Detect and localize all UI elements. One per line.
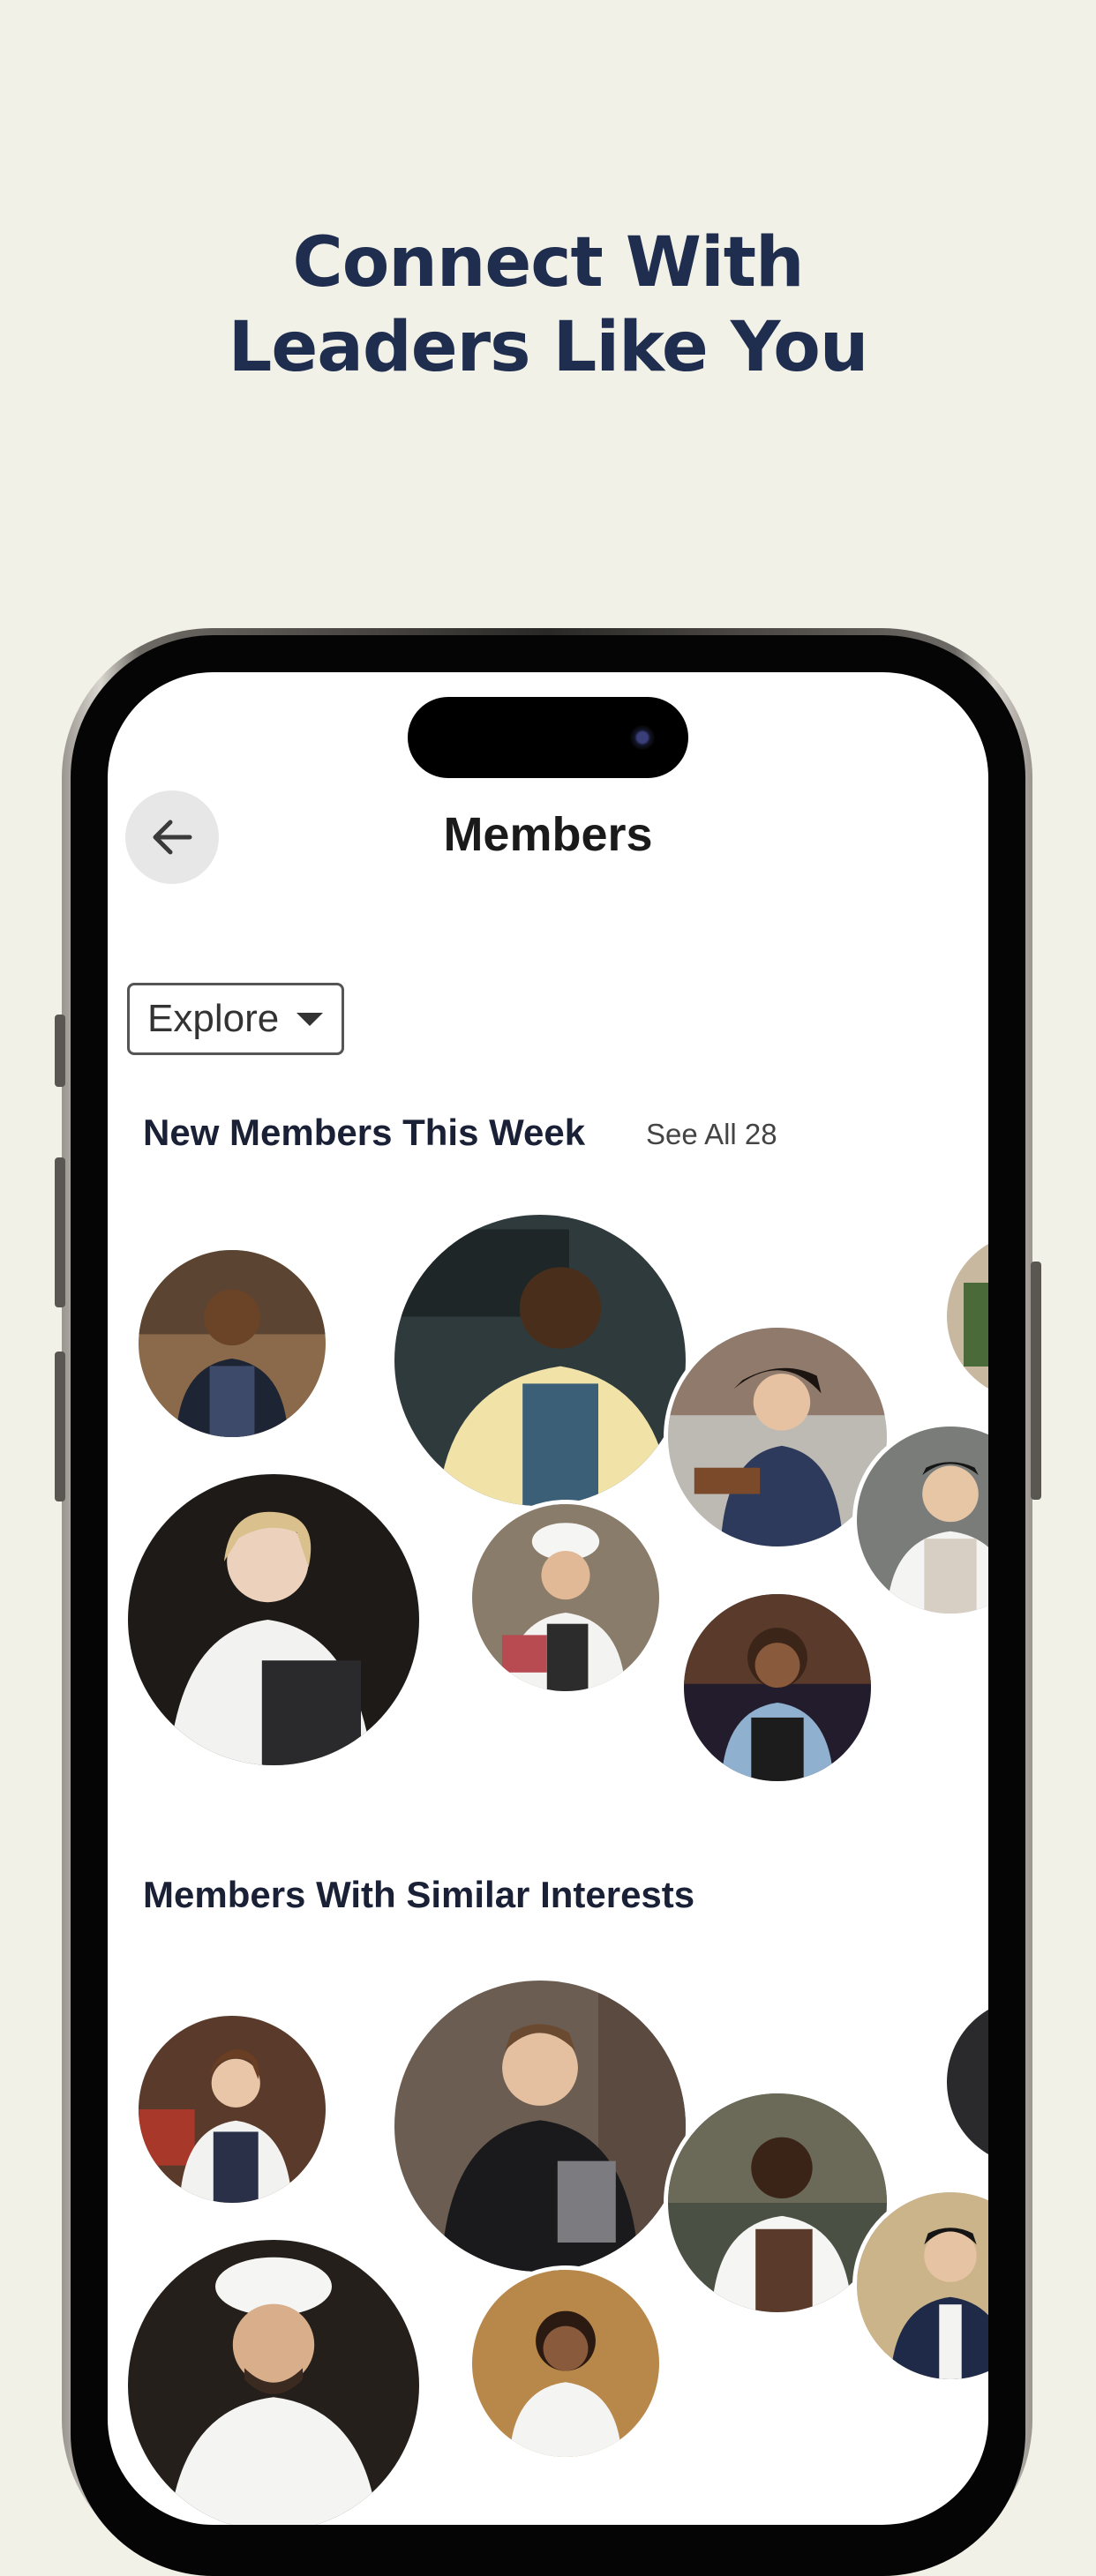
member-photo bbox=[947, 1232, 988, 1400]
phone-volume-up-button bbox=[55, 1157, 65, 1307]
promo-headline: Connect With Leaders Like You bbox=[0, 221, 1096, 390]
member-avatar[interactable] bbox=[468, 2265, 664, 2461]
member-photo bbox=[947, 1998, 988, 2166]
caret-down-icon bbox=[297, 1012, 324, 1026]
member-avatar[interactable] bbox=[942, 1228, 988, 1404]
member-avatar[interactable] bbox=[134, 1246, 330, 1442]
member-avatar[interactable] bbox=[124, 1470, 424, 1770]
member-avatar[interactable] bbox=[468, 1500, 664, 1696]
explore-dropdown-label: Explore bbox=[147, 997, 280, 1040]
member-avatar[interactable] bbox=[679, 1590, 875, 1786]
see-all-link[interactable]: See All 28 bbox=[646, 1118, 777, 1151]
member-photo bbox=[857, 1427, 988, 1614]
member-photo bbox=[139, 2016, 326, 2203]
member-avatar[interactable] bbox=[942, 1994, 988, 2170]
member-photo bbox=[684, 1594, 871, 1781]
promo-headline-line-2: Leaders Like You bbox=[228, 308, 869, 387]
camera-icon bbox=[630, 725, 655, 750]
member-avatar[interactable] bbox=[390, 1210, 690, 1510]
promo-headline-line-1: Connect With bbox=[292, 223, 804, 303]
member-photo bbox=[128, 1474, 419, 1765]
member-avatar[interactable] bbox=[134, 2011, 330, 2207]
section-title-similar-interests: Members With Similar Interests bbox=[143, 1874, 695, 1915]
member-photo bbox=[394, 1981, 686, 2272]
member-photo bbox=[472, 1504, 659, 1691]
page-title: Members bbox=[443, 808, 653, 861]
phone-volume-down-button bbox=[55, 1352, 65, 1501]
member-photo bbox=[394, 1215, 686, 1506]
member-photo bbox=[472, 2270, 659, 2457]
member-avatar[interactable] bbox=[124, 2235, 424, 2525]
member-photo bbox=[128, 2240, 419, 2525]
dynamic-island bbox=[408, 697, 688, 778]
phone-action-button bbox=[55, 1015, 65, 1087]
section-title-new-members: New Members This Week bbox=[143, 1112, 586, 1153]
app-screen: Members Explore New Members This Week Se… bbox=[108, 672, 988, 2525]
member-photo bbox=[857, 2192, 988, 2379]
phone-power-button bbox=[1031, 1262, 1041, 1500]
explore-dropdown[interactable]: Explore bbox=[127, 983, 344, 1055]
member-avatar[interactable] bbox=[390, 1976, 690, 2276]
member-photo bbox=[139, 1250, 326, 1437]
